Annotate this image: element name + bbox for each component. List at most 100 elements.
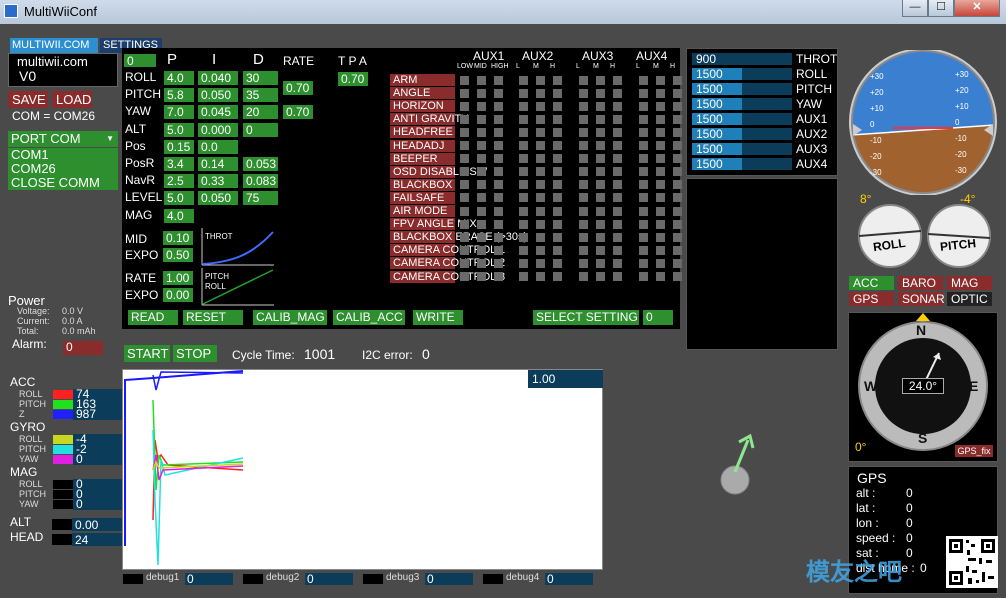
aux-checkbox[interactable] (536, 101, 545, 111)
aux-checkbox[interactable] (477, 245, 486, 255)
alarm-input[interactable]: 0 (63, 341, 103, 355)
aux-checkbox[interactable] (519, 154, 528, 164)
aux-checkbox[interactable] (553, 167, 562, 177)
aux-checkbox[interactable] (477, 180, 486, 190)
aux-checkbox[interactable] (639, 154, 648, 164)
stop-button[interactable]: STOP (173, 345, 217, 362)
aux-checkbox[interactable] (460, 232, 469, 242)
aux-checkbox[interactable] (673, 206, 682, 216)
aux-checkbox[interactable] (579, 167, 588, 177)
aux-checkbox[interactable] (656, 180, 665, 190)
aux-checkbox[interactable] (656, 167, 665, 177)
aux-checkbox[interactable] (460, 180, 469, 190)
aux-checkbox[interactable] (639, 206, 648, 216)
aux-checkbox[interactable] (613, 193, 622, 203)
minimize-button[interactable]: — (902, 0, 928, 17)
aux-checkbox[interactable] (639, 258, 648, 268)
aux-checkbox[interactable] (613, 272, 622, 281)
aux-checkbox[interactable] (656, 193, 665, 203)
aux-checkbox[interactable] (596, 154, 605, 164)
aux-checkbox[interactable] (477, 193, 486, 203)
aux-checkbox[interactable] (494, 154, 503, 164)
expo-value[interactable]: 0.50 (163, 248, 193, 262)
rate-roll-pitch[interactable]: 0.70 (283, 81, 313, 95)
aux-checkbox[interactable] (639, 88, 648, 98)
aux-checkbox[interactable] (460, 75, 469, 85)
aux-checkbox[interactable] (494, 272, 503, 281)
aux-checkbox[interactable] (494, 245, 503, 255)
aux-checkbox[interactable] (536, 88, 545, 98)
aux-checkbox[interactable] (596, 180, 605, 190)
aux-checkbox[interactable] (477, 258, 486, 268)
aux-checkbox[interactable] (460, 193, 469, 203)
aux-checkbox[interactable] (639, 127, 648, 137)
tab-multiwii[interactable]: MULTIWII.COM (10, 38, 98, 53)
aux-checkbox[interactable] (553, 193, 562, 203)
aux-checkbox[interactable] (596, 101, 605, 111)
aux-checkbox[interactable] (579, 219, 588, 229)
aux-checkbox[interactable] (494, 206, 503, 216)
pid-p-field[interactable]: 3.4 (164, 157, 194, 171)
aux-checkbox[interactable] (536, 167, 545, 177)
aux-checkbox[interactable] (613, 258, 622, 268)
aux-checkbox[interactable] (553, 219, 562, 229)
save-button[interactable]: SAVE (8, 91, 48, 108)
load-button[interactable]: LOAD (52, 91, 92, 108)
pid-p-field[interactable]: 2.5 (164, 174, 194, 189)
aux-checkbox[interactable] (673, 101, 682, 111)
aux-checkbox[interactable] (553, 114, 562, 124)
aux-checkbox[interactable] (596, 272, 605, 281)
aux-checkbox[interactable] (579, 88, 588, 98)
aux-checkbox[interactable] (613, 206, 622, 216)
aux-checkbox[interactable] (536, 258, 545, 268)
aux-checkbox[interactable] (460, 88, 469, 98)
aux-checkbox[interactable] (656, 141, 665, 150)
pid-top-value[interactable]: 0 (124, 54, 156, 68)
aux-checkbox[interactable] (519, 272, 528, 281)
aux-checkbox[interactable] (613, 75, 622, 85)
aux-checkbox[interactable] (596, 88, 605, 98)
aux-checkbox[interactable] (460, 154, 469, 164)
aux-checkbox[interactable] (519, 88, 528, 98)
aux-checkbox[interactable] (596, 114, 605, 124)
aux-checkbox[interactable] (553, 141, 562, 150)
aux-checkbox[interactable] (519, 75, 528, 85)
aux-checkbox[interactable] (536, 154, 545, 164)
aux-checkbox[interactable] (553, 245, 562, 255)
aux-checkbox[interactable] (494, 180, 503, 190)
aux-checkbox[interactable] (579, 127, 588, 137)
aux-checkbox[interactable] (613, 114, 622, 124)
aux-checkbox[interactable] (673, 180, 682, 190)
aux-checkbox[interactable] (656, 206, 665, 216)
aux-checkbox[interactable] (460, 141, 469, 150)
pid-i-field[interactable]: 0.050 (198, 88, 238, 103)
aux-checkbox[interactable] (477, 101, 486, 111)
aux-checkbox[interactable] (519, 206, 528, 216)
pid-p-field[interactable]: 4.0 (164, 208, 194, 223)
read-button[interactable]: READ (128, 310, 178, 325)
aux-checkbox[interactable] (613, 180, 622, 190)
rate-yaw[interactable]: 0.70 (283, 105, 313, 119)
aux-checkbox[interactable] (460, 114, 469, 124)
aux-checkbox[interactable] (596, 141, 605, 150)
aux-checkbox[interactable] (553, 232, 562, 242)
aux-checkbox[interactable] (477, 167, 486, 177)
aux-checkbox[interactable] (477, 219, 486, 229)
aux-checkbox[interactable] (494, 141, 503, 150)
aux-checkbox[interactable] (460, 219, 469, 229)
aux-checkbox[interactable] (596, 127, 605, 137)
aux-checkbox[interactable] (536, 193, 545, 203)
pid-d-field[interactable]: 35 (243, 88, 278, 103)
aux-checkbox[interactable] (656, 245, 665, 255)
pid-i-field[interactable]: 0.040 (198, 71, 238, 85)
pid-i-field[interactable]: 0.33 (198, 174, 238, 189)
aux-checkbox[interactable] (673, 232, 682, 242)
aux-checkbox[interactable] (656, 154, 665, 164)
aux-checkbox[interactable] (656, 232, 665, 242)
aux-checkbox[interactable] (639, 219, 648, 229)
aux-checkbox[interactable] (579, 245, 588, 255)
aux-checkbox[interactable] (579, 232, 588, 242)
aux-checkbox[interactable] (639, 245, 648, 255)
expo2-value[interactable]: 0.00 (163, 288, 193, 302)
aux-checkbox[interactable] (460, 272, 469, 281)
